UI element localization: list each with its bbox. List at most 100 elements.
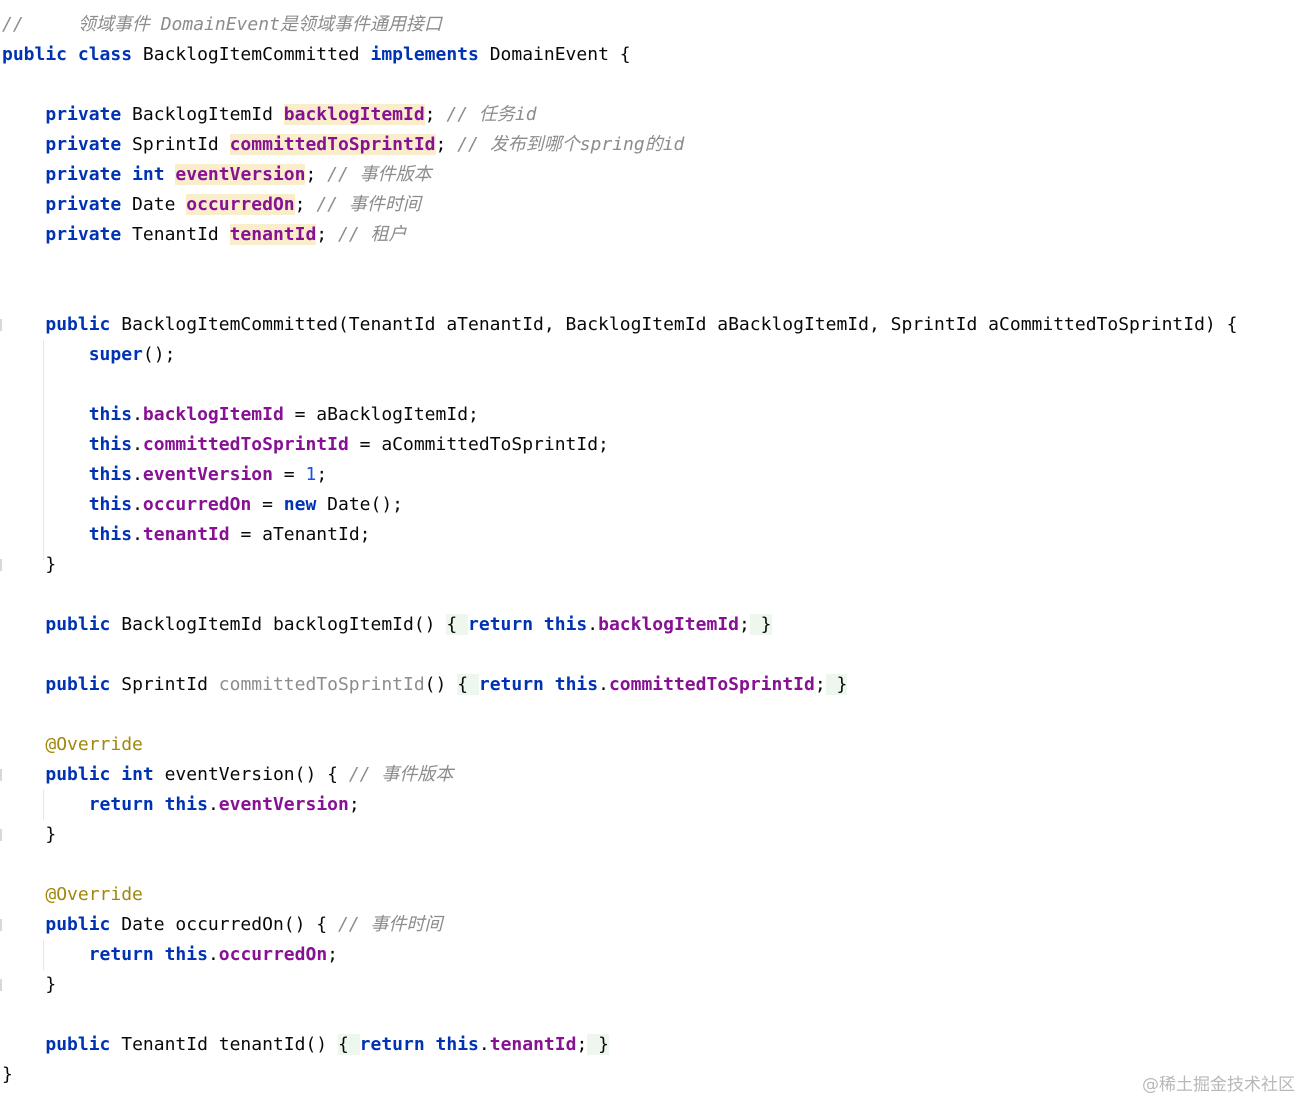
comment-token: // 事件版本 [348, 764, 454, 785]
code-line[interactable]: private Date occurredOn; // 事件时间 [2, 190, 421, 220]
code-token: TenantId tenantId() [110, 1034, 338, 1055]
code-line[interactable]: private SprintId committedToSprintId; //… [2, 130, 684, 160]
code-token: Date [121, 194, 187, 215]
code-token: SprintId [110, 674, 219, 695]
code-line[interactable]: return this.occurredOn; [2, 940, 338, 970]
code-line[interactable]: super(); [2, 340, 176, 370]
code-line[interactable]: public class BacklogItemCommitted implem… [2, 40, 631, 70]
code-token: ; [316, 224, 338, 245]
keyword-token: this [88, 524, 133, 545]
keyword-token: return [478, 674, 544, 695]
keyword-token: public [45, 1034, 111, 1055]
keyword-token: this [164, 944, 208, 965]
code-token: . [478, 1034, 490, 1055]
comment-token: // 事件时间 [337, 914, 443, 935]
code-line[interactable]: this.occurredOn = new Date(); [2, 490, 403, 520]
folded-brace-token: } [749, 614, 772, 635]
field-token: tenantId [142, 524, 230, 545]
keyword-token: return [468, 614, 534, 635]
fold-marker[interactable] [0, 919, 2, 931]
code-token: SprintId [121, 134, 230, 155]
code-line[interactable]: public SprintId committedToSprintId() { … [2, 670, 848, 700]
comment-token: // 事件时间 [316, 194, 421, 215]
code-line[interactable]: } [2, 1060, 13, 1090]
code-token: ; [294, 194, 317, 215]
keyword-token: private [45, 134, 122, 155]
keyword-token: return [88, 794, 154, 815]
keyword-token: class [77, 44, 133, 65]
code-token: BacklogItemId [121, 104, 284, 125]
code-line[interactable]: public BacklogItemId backlogItemId() { r… [2, 610, 772, 640]
keyword-token: return [88, 944, 154, 965]
code-line[interactable]: } [2, 550, 56, 580]
keyword-token: public [45, 314, 111, 335]
code-line[interactable]: private TenantId tenantId; // 租户 [2, 220, 407, 250]
keyword-token: implements [370, 44, 479, 65]
code-editor[interactable]: // 领域事件 DomainEvent是领域事件通用接口 public class… [0, 0, 1303, 1101]
code-line[interactable]: this.committedToSprintId = aCommittedToS… [2, 430, 609, 460]
keyword-token: public [45, 764, 111, 785]
field-token: committedToSprintId [142, 434, 349, 455]
code-line[interactable]: public int eventVersion() { // 事件版本 [2, 760, 453, 790]
keyword-token: this [554, 674, 599, 695]
code-line[interactable]: return this.eventVersion; [2, 790, 360, 820]
code-token: ; [424, 104, 447, 125]
code-token: = aTenantId; [229, 524, 371, 545]
comment-token: // 事件版本 [327, 164, 432, 185]
keyword-token: public [45, 914, 111, 935]
keyword-token: private [45, 224, 122, 245]
keyword-token: public [2, 44, 68, 65]
keyword-token: public [45, 674, 111, 695]
comment-token: 领域事件 DomainEvent是领域事件通用接口 [77, 14, 442, 35]
code-token: = aCommittedToSprintId; [348, 434, 609, 455]
indent-guide [43, 340, 44, 560]
code-line[interactable]: // 领域事件 DomainEvent是领域事件通用接口 [2, 10, 442, 40]
field-token: backlogItemId [598, 614, 739, 635]
code-line[interactable]: } [2, 970, 56, 1000]
fold-marker[interactable] [0, 829, 2, 841]
code-line[interactable]: this.backlogItemId = aBacklogItemId; [2, 400, 479, 430]
code-token: . [132, 464, 143, 485]
code-line[interactable]: @Override [2, 880, 143, 910]
field-declaration-token: tenantId [229, 224, 317, 245]
code-line[interactable]: } [2, 820, 56, 850]
annotation-token: @Override [45, 734, 143, 755]
code-token: BacklogItemCommitted(TenantId aTenantId,… [110, 314, 1238, 335]
code-token: ; [814, 674, 826, 695]
code-line[interactable]: public TenantId tenantId() { return this… [2, 1030, 609, 1060]
code-token: TenantId [121, 224, 230, 245]
code-line[interactable]: private int eventVersion; // 事件版本 [2, 160, 432, 190]
code-token: } [2, 554, 57, 575]
code-token: ; [435, 134, 458, 155]
code-line[interactable]: this.tenantId = aTenantId; [2, 520, 371, 550]
code-token: } [2, 1064, 13, 1085]
code-line[interactable]: public BacklogItemCommitted(TenantId aTe… [2, 310, 1237, 340]
code-line[interactable]: public Date occurredOn() { // 事件时间 [2, 910, 442, 940]
code-line[interactable]: private BacklogItemId backlogItemId; // … [2, 100, 537, 130]
code-token: ; [739, 614, 750, 635]
fold-marker[interactable] [0, 769, 2, 781]
code-line[interactable]: @Override [2, 730, 143, 760]
fold-marker[interactable] [0, 319, 2, 331]
code-token: DomainEvent { [478, 44, 631, 65]
fold-marker[interactable] [0, 979, 2, 991]
fold-marker[interactable] [0, 559, 2, 571]
code-line[interactable]: this.eventVersion = 1; [2, 460, 327, 490]
